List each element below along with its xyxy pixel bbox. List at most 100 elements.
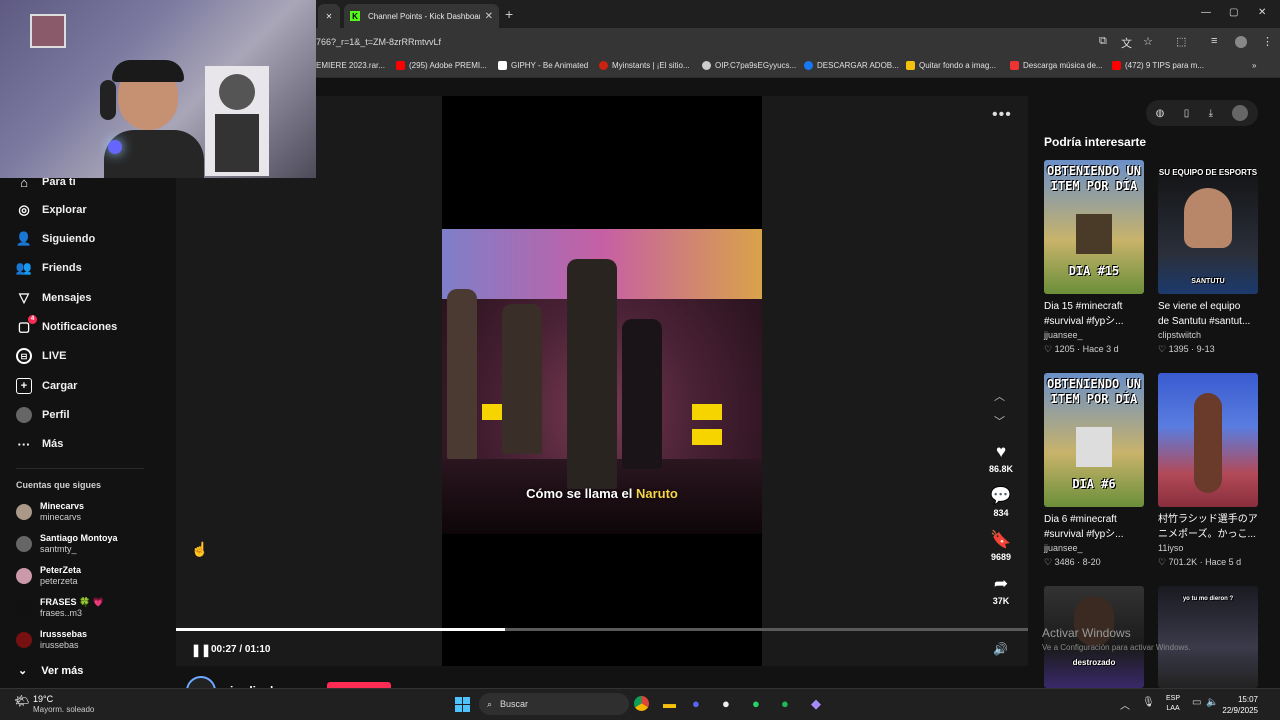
bookmarks-overflow-icon[interactable]: »	[1252, 61, 1256, 70]
whatsapp-icon[interactable]: ●	[752, 696, 760, 711]
extensions-icon[interactable]: ⬚	[1176, 35, 1186, 48]
device-icon[interactable]: ▯	[1184, 108, 1190, 119]
recommendation-card[interactable]: OBTENIENDO UN ITEM POR DÍA DIA #15 Dia 1…	[1044, 160, 1144, 355]
tray-overflow-icon[interactable]: ︿	[1120, 697, 1130, 712]
friends-icon: 👥	[15, 260, 33, 275]
bookmark-item[interactable]: DESCARGAR ADOB...	[804, 61, 899, 70]
following-account[interactable]: FRASES 🍀 💗 frases..m3	[16, 597, 104, 619]
progress-fill	[176, 628, 505, 631]
browser-menu-icon[interactable]: ⋮	[1262, 35, 1273, 48]
video-thumbnail[interactable]: OBTENIENDO UN ITEM POR DÍA DIA #15	[1044, 160, 1144, 294]
bookmark-item[interactable]: OIP.C7pa9sEGyyucs...	[702, 61, 796, 70]
tab-kick-dashboard[interactable]: K Channel Points - Kick Dashboard ✕	[344, 4, 499, 28]
sidebar-item-perfil[interactable]: Perfil	[16, 407, 70, 423]
media-control-icon[interactable]: ≡	[1211, 35, 1217, 47]
steam-icon[interactable]: ●	[722, 696, 730, 711]
sidebar-item-mensajes[interactable]: ▽ Mensajes	[16, 290, 92, 306]
coins-icon[interactable]: ◍	[1156, 108, 1165, 119]
speaker-icon[interactable]: 🔈	[1206, 697, 1218, 708]
video-thumbnail[interactable]	[1158, 373, 1258, 507]
bookmark-star-icon[interactable]: ☆	[1143, 35, 1153, 48]
chrome-icon[interactable]	[634, 696, 649, 714]
language-indicator[interactable]: ESP LAA	[1166, 694, 1180, 714]
app-icon[interactable]: ◆	[811, 696, 821, 712]
microphone-light	[108, 140, 122, 154]
sidebar-item-notificaciones[interactable]: ▢ 4 Notificaciones	[16, 315, 117, 335]
sidebar-item-friends[interactable]: 👥 Friends	[16, 260, 82, 276]
comment-button[interactable]: 💬 834	[983, 486, 1019, 518]
following-account[interactable]: Irusssebas irussebas	[16, 629, 87, 651]
profile-icon	[16, 407, 32, 423]
pause-icon[interactable]: ❚❚	[191, 643, 211, 657]
following-account[interactable]: Minecarvs minecarvs	[16, 501, 84, 523]
minecraft-character	[1076, 427, 1112, 467]
video-thumbnail[interactable]: SU EQUIPO DE ESPORTS SANTUTU	[1158, 160, 1258, 294]
maximize-icon[interactable]: ▢	[1229, 7, 1238, 18]
windows-start-icon[interactable]	[455, 697, 470, 712]
minimize-icon[interactable]: —	[1201, 7, 1211, 18]
tab-close-icon[interactable]: ✕	[485, 11, 493, 22]
user-avatar[interactable]	[1232, 105, 1249, 121]
following-account[interactable]: PeterZeta peterzeta	[16, 565, 81, 587]
bookmark-item[interactable]: (295) Adobe PREMI...	[396, 61, 487, 70]
url-field[interactable]: 766?_r=1&_t=ZM-8zrRRmtvvLf	[316, 37, 441, 47]
network-icon[interactable]: ▭	[1192, 697, 1201, 708]
more-options-icon[interactable]: •••	[992, 106, 1012, 124]
weather-icon[interactable]: 🌤	[14, 694, 29, 708]
bookmark-item[interactable]: GIPHY - Be Animated	[498, 61, 588, 70]
bookmark-item[interactable]: Descarga música de...	[1010, 61, 1103, 70]
upload-icon: +	[16, 378, 32, 394]
download-icon[interactable]: ⤓	[1209, 108, 1213, 119]
following-account[interactable]: Santiago Montoya santmty_	[16, 533, 118, 555]
like-button[interactable]: ♥ 86.8K	[983, 442, 1019, 474]
microphone-icon[interactable]: 🎙	[1142, 697, 1155, 708]
mouse-cursor-icon: ☝	[191, 541, 209, 557]
file-explorer-icon[interactable]: ▬	[663, 696, 676, 711]
window-close-icon[interactable]: ✕	[1258, 7, 1266, 18]
sidebar-item-live[interactable]: ⊟ LIVE	[16, 348, 66, 364]
recommendation-card[interactable]: SU EQUIPO DE ESPORTS SANTUTU Se viene el…	[1158, 160, 1258, 355]
video-thumbnail[interactable]: OBTENIENDO UN ITEM POR DÍA DIA #6	[1044, 373, 1144, 507]
bookmark-item[interactable]: EMIERE 2023.rar...	[316, 61, 385, 70]
sidebar-item-explorar[interactable]: ◎ Explorar	[16, 202, 86, 218]
card-meta: ♡ 1395 · 9-13	[1158, 344, 1215, 354]
heart-icon: ♡	[1158, 557, 1169, 567]
sidebar-item-cargar[interactable]: + Cargar	[16, 378, 77, 394]
save-button[interactable]: 🔖 9689	[983, 530, 1019, 562]
recommendation-card[interactable]: OBTENIENDO UN ITEM POR DÍA DIA #6 Dia 6 …	[1044, 373, 1144, 568]
tab-close-previous[interactable]: ✕	[318, 4, 340, 28]
recommendation-card[interactable]: yo tu mo dieron ?	[1158, 586, 1258, 688]
spotify-icon[interactable]: ●	[781, 696, 789, 711]
heart-icon: ♡	[1158, 344, 1169, 354]
bookmark-item[interactable]: Quitar fondo a imag...	[906, 61, 996, 70]
sidebar-item-siguiendo[interactable]: 👤 Siguiendo	[16, 231, 95, 247]
top-right-toolbar: ◍ ▯ ⤓	[1146, 100, 1258, 126]
translate-icon[interactable]: 文	[1121, 35, 1132, 51]
bookmark-item[interactable]: (472) 9 TIPS para m...	[1112, 61, 1204, 70]
profile-avatar[interactable]	[1235, 36, 1247, 48]
see-more-button[interactable]: ⌄ Ver más	[18, 664, 83, 678]
following-accounts-title: Cuentas que sigues	[16, 480, 102, 490]
clock[interactable]: 15:07 22/9/2025	[1218, 694, 1258, 716]
bookmark-item[interactable]: Myinstants | ¡El sitio...	[599, 61, 690, 70]
weather-desc[interactable]: Mayorm. soleado	[33, 705, 94, 714]
new-tab-icon[interactable]: +	[505, 6, 513, 22]
recommendation-card[interactable]: 村竹ラシッド選手のア ニメポーズ。かっこ... 11iyso ♡ 701.2K …	[1158, 373, 1258, 568]
webcam-overlay	[0, 0, 316, 178]
volume-icon[interactable]: 🔊	[993, 642, 1008, 656]
myinstants-icon	[599, 61, 608, 70]
weather-temp[interactable]: 19°C	[33, 694, 53, 704]
chevron-up-icon[interactable]: ︿	[994, 388, 1005, 404]
close-icon[interactable]: ✕	[326, 12, 333, 21]
share-button[interactable]: ➦ 37K	[983, 574, 1019, 606]
heart-icon: ♡	[1044, 557, 1055, 567]
taskbar-search[interactable]: ⌕ Buscar	[479, 693, 629, 715]
kick-logo-icon: K	[350, 11, 360, 21]
poster-character	[219, 74, 255, 110]
video-thumbnail[interactable]: yo tu mo dieron ?	[1158, 586, 1258, 688]
video-subtitle: Cómo se llama el Naruto	[526, 486, 678, 501]
chevron-down-icon[interactable]: ﹀	[994, 413, 1005, 429]
sidebar-item-mas[interactable]: ··· Más	[16, 436, 64, 452]
discord-icon[interactable]: ●	[692, 696, 700, 711]
install-app-icon[interactable]: ⧉	[1099, 35, 1107, 48]
